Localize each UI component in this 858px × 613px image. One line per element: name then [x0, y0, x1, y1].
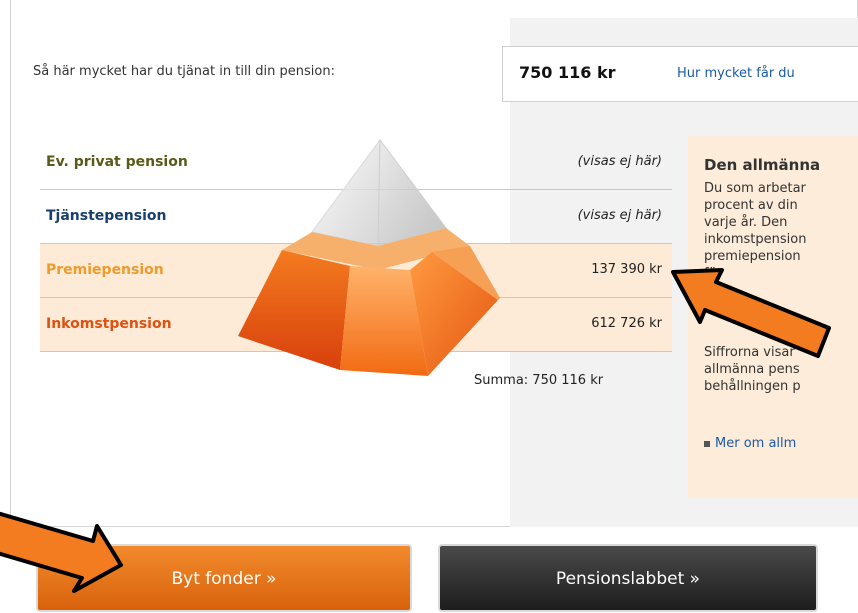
- info-paragraph-1: Du som arbetar procent av din varje år. …: [704, 180, 858, 282]
- info-line: varje år. Den: [704, 215, 788, 230]
- sum-text: Summa: 750 116 kr: [474, 373, 604, 388]
- how-much-link[interactable]: Hur mycket får du: [677, 66, 795, 81]
- info-line: allmänna pens: [704, 362, 800, 377]
- row-name: Ev. privat pension: [46, 154, 188, 170]
- earned-label: Så här mycket har du tjänat in till din …: [33, 64, 335, 79]
- row-value: (visas ej här): [577, 154, 662, 169]
- info-box: Den allmänna Du som arbetar procent av d…: [688, 136, 858, 498]
- row-occupational-pension: Tjänstepension (visas ej här): [40, 190, 672, 244]
- info-line: för: [704, 266, 722, 281]
- row-premium-pension: Premiepension 137 390 kr: [40, 244, 672, 298]
- info-line: behållningen p: [704, 379, 801, 394]
- total-value: 750 116 kr: [519, 63, 616, 82]
- more-info-link-label: Mer om allm: [715, 436, 797, 451]
- info-line: inkomstpension: [704, 232, 807, 247]
- row-value: 612 726 kr: [591, 316, 662, 331]
- info-paragraph-2: Siffrorna visar allmänna pens behållning…: [704, 344, 858, 395]
- row-name: Premiepension: [46, 262, 164, 278]
- row-name: Inkomstpension: [46, 316, 172, 332]
- row-name: Tjänstepension: [46, 208, 167, 224]
- pension-lab-button[interactable]: Pensionslabbet »: [438, 544, 818, 612]
- more-info-link[interactable]: Mer om allm: [704, 436, 796, 451]
- info-line: premiepension: [704, 249, 801, 264]
- row-value: (visas ej här): [577, 208, 662, 223]
- row-private-pension: Ev. privat pension (visas ej här): [40, 136, 672, 190]
- total-box: 750 116 kr Hur mycket får du: [502, 46, 858, 102]
- row-value: 137 390 kr: [591, 262, 662, 277]
- bullet-icon: [704, 440, 710, 447]
- info-line: Du som arbetar: [704, 181, 806, 196]
- row-income-pension: Inkomstpension 612 726 kr: [40, 298, 672, 352]
- change-funds-button[interactable]: Byt fonder »: [36, 544, 412, 612]
- info-title: Den allmänna: [704, 156, 821, 174]
- info-line: Siffrorna visar: [704, 345, 795, 360]
- info-line: procent av din: [704, 198, 798, 213]
